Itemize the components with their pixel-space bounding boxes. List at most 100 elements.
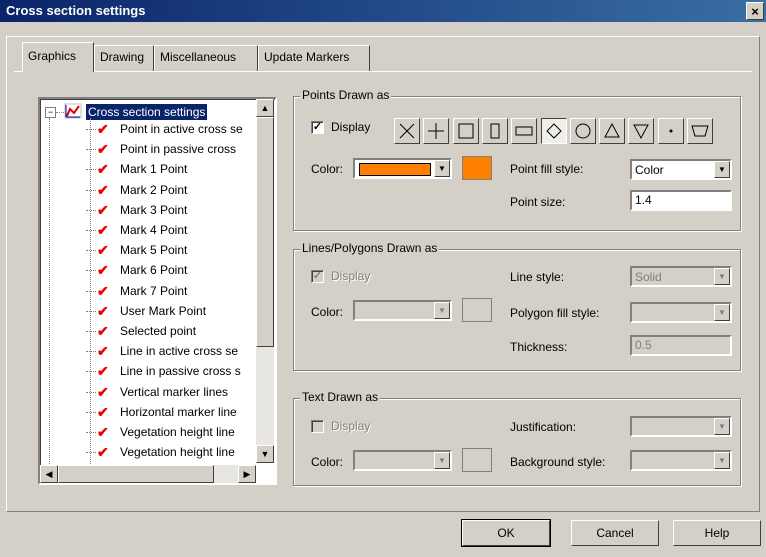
tree-item[interactable]: ✔ Mark 7 Point [40, 281, 256, 301]
tree-item[interactable]: ✔ Mark 1 Point [40, 159, 256, 179]
tree-branch-line [86, 230, 96, 231]
dropdown-arrow-icon[interactable]: ▼ [714, 268, 730, 285]
dropdown-arrow-icon[interactable]: ▼ [714, 304, 730, 321]
scroll-right-icon[interactable]: ▶ [238, 465, 256, 483]
line-style-label: Line style: [510, 270, 565, 284]
tree-branch-line [86, 432, 96, 433]
point-shape-button[interactable] [687, 118, 713, 144]
point-shape-button[interactable] [481, 118, 508, 144]
cancel-button[interactable]: Cancel [571, 520, 659, 546]
dropdown-arrow-icon[interactable]: ▼ [714, 161, 730, 178]
dropdown-arrow-icon[interactable]: ▼ [434, 452, 450, 469]
tree-vertical-scrollbar[interactable]: ▲ ▼ [256, 99, 274, 463]
tab-update-markers[interactable]: Update Markers [258, 45, 370, 71]
tab-drawing[interactable]: Drawing [94, 45, 154, 71]
tab-miscellaneous[interactable]: Miscellaneous [154, 45, 258, 71]
tree-branch-line [86, 411, 96, 413]
circle-icon [575, 123, 591, 139]
text-display-checkbox[interactable] [311, 420, 324, 433]
tree-item[interactable]: ✔ Mark 4 Point [40, 220, 256, 240]
tree-item[interactable]: ✔ Point in active cross se [40, 119, 256, 139]
tree-scroll-thumb[interactable] [256, 117, 274, 347]
tree-item-label: Mark 2 Point [120, 182, 188, 197]
collapse-icon[interactable]: − [45, 107, 56, 118]
lines-color-preview[interactable] [462, 298, 492, 322]
text-color-label: Color: [311, 455, 344, 469]
check-icon: ✔ [97, 161, 109, 178]
polygon-fill-style-select[interactable]: ▼ [630, 302, 732, 323]
settings-tree[interactable]: − Cross section settings ✔ Point in activ… [38, 97, 277, 485]
check-icon: ✔ [97, 262, 109, 279]
tree-branch-line [86, 351, 96, 353]
check-icon: ✔ [97, 444, 109, 461]
check-icon: ✔ [97, 222, 109, 238]
tree-item[interactable]: ✔ Vertical marker lines [40, 382, 256, 402]
dropdown-arrow-icon[interactable]: ▼ [434, 160, 450, 177]
points-color-combo[interactable]: ▼ [353, 158, 452, 179]
tab-graphics[interactable]: Graphics [22, 42, 94, 72]
tree-branch-line [86, 452, 96, 454]
tree-item[interactable]: ✔ Mark 2 Point [40, 180, 256, 200]
tree-item[interactable]: ✔ Line in active cross se [40, 341, 256, 361]
tree-item[interactable]: ✔ Vegetation height line [40, 442, 256, 462]
dropdown-arrow-icon[interactable]: ▼ [714, 452, 730, 469]
point-shape-button[interactable] [628, 118, 655, 144]
lines-display-checkbox[interactable]: ✓ [311, 270, 324, 283]
point-shape-button[interactable] [452, 118, 479, 144]
point-size-input[interactable]: 1.4 [630, 190, 732, 211]
background-style-select[interactable]: ▼ [630, 450, 732, 471]
line-style-select[interactable]: Solid ▼ [630, 266, 732, 287]
x-mark-icon [399, 123, 415, 139]
tree-branch-line [86, 290, 96, 292]
tree-item-label: Selected point [120, 324, 197, 338]
scroll-up-icon[interactable]: ▲ [256, 99, 274, 117]
point-shape-button[interactable] [540, 118, 567, 144]
tree-item-label: Vertical marker lines [120, 384, 229, 399]
help-button[interactable]: Help [673, 520, 761, 546]
tree-item[interactable]: ✔ Mark 3 Point [40, 200, 256, 220]
text-color-combo[interactable]: ▼ [353, 450, 452, 471]
point-shape-button[interactable] [599, 118, 626, 144]
thickness-input[interactable]: 0.5 [630, 335, 732, 356]
scroll-down-icon[interactable]: ▼ [256, 445, 274, 463]
text-color-preview[interactable] [462, 448, 492, 472]
tree-item[interactable]: ✔ Horizontal marker line [40, 402, 256, 422]
lines-color-label: Color: [311, 305, 344, 319]
tree-item[interactable]: ✔ User Mark Point [40, 301, 256, 321]
points-color-preview[interactable] [462, 156, 492, 180]
tree-item[interactable]: ✔ Mark 5 Point [40, 240, 256, 260]
tree-item[interactable]: ✔ Line in passive cross s [40, 361, 256, 381]
check-icon: ✔ [97, 141, 109, 158]
tree-item[interactable]: ✔ Point in passive cross [40, 139, 256, 159]
tree-branch-line [86, 371, 96, 373]
tree-item-label: User Mark Point [120, 303, 207, 318]
tree-hscroll-thumb[interactable] [58, 465, 214, 483]
scroll-left-icon[interactable]: ◀ [40, 465, 58, 483]
tree-item[interactable]: ✔ Vegetation height line [40, 422, 256, 442]
point-shape-button[interactable] [511, 118, 538, 144]
dropdown-arrow-icon[interactable]: ▼ [434, 302, 450, 319]
point-shape-button[interactable] [394, 118, 420, 144]
ok-button[interactable]: OK [461, 519, 551, 547]
justification-select[interactable]: ▼ [630, 416, 732, 437]
point-shape-button[interactable] [423, 118, 450, 144]
point-shape-button[interactable] [657, 118, 684, 144]
tree-branch-line [86, 270, 96, 272]
tree-horizontal-scrollbar[interactable]: ◀ ▶ [40, 465, 256, 483]
tree-branch-line [86, 331, 96, 332]
point-fill-style-label: Point fill style: [510, 162, 584, 176]
tree-branch-line [86, 209, 96, 211]
tree-item[interactable]: ✔ Selected point [40, 321, 256, 341]
point-fill-style-select[interactable]: Color ▼ [630, 159, 732, 180]
close-button[interactable]: × [746, 2, 764, 20]
lines-color-combo[interactable]: ▼ [353, 300, 452, 321]
tree-item[interactable]: ✔ Mark 6 Point [40, 260, 256, 280]
dropdown-arrow-icon[interactable]: ▼ [714, 418, 730, 435]
point-shape-button[interactable] [569, 118, 596, 144]
tree-root-label[interactable]: Cross section settings [84, 103, 209, 121]
points-color-label: Color: [311, 162, 344, 176]
tab-divider [14, 71, 752, 72]
tree-item-label: Point in passive cross [120, 142, 237, 157]
points-display-checkbox[interactable]: ✓ [311, 121, 324, 134]
background-style-label: Background style: [510, 455, 606, 469]
